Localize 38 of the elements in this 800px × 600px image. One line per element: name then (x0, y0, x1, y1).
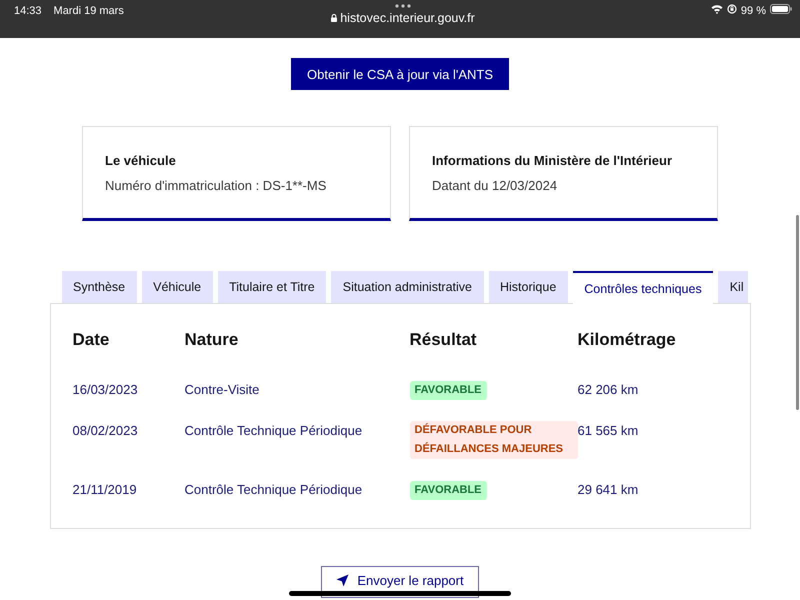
battery-icon (770, 4, 792, 14)
mileage-cell-text: 61 565 km (578, 422, 640, 440)
status-date: Mardi 19 mars (54, 4, 124, 19)
tab[interactable]: Situation administrative (331, 271, 484, 303)
column-header: Résultat (410, 329, 478, 351)
tab[interactable]: Contrôles techniques (572, 271, 714, 304)
date-cell-text: 16/03/2023 (72, 381, 139, 399)
nature-cell-text: Contrôle Technique Périodique (184, 481, 364, 499)
status-time: 14:33 (14, 4, 42, 19)
nature-cell-text: Contrôle Technique Périodique (184, 422, 364, 440)
date-cell-text: 21/11/2019 (72, 481, 138, 499)
tab[interactable]: Synthèse (62, 271, 137, 303)
tab[interactable]: Véhicule (142, 271, 213, 303)
mileage-cell-text: 62 206 km (578, 381, 640, 399)
card-text: Datant du 12/03/2024 (432, 178, 558, 194)
nature-cell-text: Contre-Visite (184, 381, 260, 399)
date-cell-text: 08/02/2023 (72, 422, 139, 440)
card-title: Informations du Ministère de l'Intérieur (432, 153, 674, 169)
battery-percent: 99 % (740, 4, 766, 18)
tab[interactable]: Titulaire et Titre (218, 271, 326, 303)
send-icon (336, 574, 350, 586)
column-header: Date (72, 329, 110, 351)
column-header: Kilométrage (578, 329, 677, 351)
tab[interactable]: Kil (718, 271, 748, 303)
card-title: Le véhicule (105, 153, 177, 169)
result-badge: FAVORABLE (410, 481, 487, 500)
more-icon[interactable] (395, 4, 411, 8)
lock-icon (331, 14, 338, 22)
url-text[interactable]: histovec.interieur.gouv.fr (340, 11, 475, 25)
column-header: Nature (184, 329, 240, 351)
tab[interactable]: Historique (488, 271, 568, 303)
wifi-icon (710, 4, 723, 14)
result-badge: DÉFAVORABLE POUR DÉFAILLANCES MAJEURES (410, 421, 578, 459)
result-badge: FAVORABLE (410, 381, 487, 400)
mileage-cell-text: 29 641 km (578, 481, 640, 499)
csa-button[interactable]: Obtenir le CSA à jour via l'ANTS (291, 58, 509, 90)
card-text: Numéro d'immatriculation : DS-1**-MS (105, 178, 328, 194)
orientation-lock-icon (726, 4, 737, 14)
